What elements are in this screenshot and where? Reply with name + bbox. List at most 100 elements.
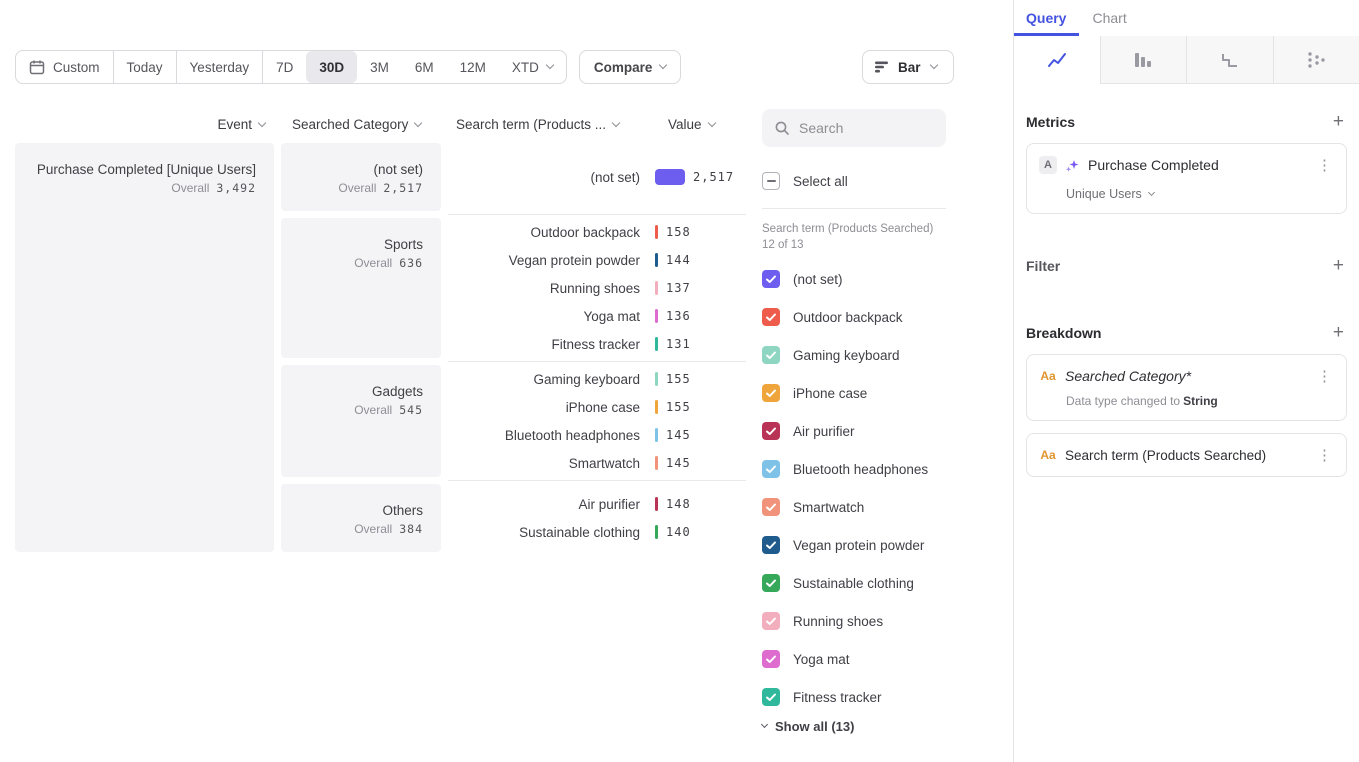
checkbox-checked[interactable] (762, 308, 780, 326)
filter-section-header: Filter + (1026, 256, 1347, 275)
table-row[interactable]: Air purifier 148 (448, 490, 748, 518)
column-header-value[interactable]: Value (668, 117, 715, 132)
range-6m-button[interactable]: 6M (402, 51, 447, 83)
tab-chart[interactable]: Chart (1092, 10, 1126, 26)
table-row[interactable]: Bluetooth headphones 145 (448, 421, 748, 449)
tab-query[interactable]: Query (1026, 10, 1066, 26)
funnel-bars-icon (1134, 51, 1152, 69)
table-row[interactable]: iPhone case 155 (448, 393, 748, 421)
checkbox-checked[interactable] (762, 346, 780, 364)
overall-value: 384 (399, 522, 423, 536)
breakdown-menu-button[interactable]: ⋮ (1315, 367, 1334, 385)
metric-type-dropdown[interactable]: Unique Users (1066, 187, 1334, 201)
yesterday-button[interactable]: Yesterday (177, 51, 264, 83)
breakdown-menu-button[interactable]: ⋮ (1315, 446, 1334, 464)
checkbox-checked[interactable] (762, 460, 780, 478)
custom-date-button[interactable]: Custom (16, 51, 114, 83)
filter-item[interactable]: Smartwatch (762, 488, 946, 526)
select-all-row[interactable]: Select all (762, 169, 946, 193)
tab-insights[interactable] (1014, 36, 1100, 84)
value-bar[interactable] (655, 428, 658, 442)
checkbox-checked[interactable] (762, 536, 780, 554)
overall-value: 2,517 (383, 181, 423, 195)
event-header-label: Event (217, 117, 252, 132)
add-breakdown-button[interactable]: + (1330, 323, 1347, 342)
filter-item[interactable]: Fitness tracker (762, 678, 946, 716)
category-panel[interactable]: (not set) Overall2,517 (281, 143, 441, 211)
column-header-category[interactable]: Searched Category (292, 117, 421, 132)
column-header-term[interactable]: Search term (Products ... (456, 117, 619, 132)
category-panel[interactable]: Sports Overall636 (281, 218, 441, 358)
value-bar[interactable] (655, 525, 658, 539)
tab-flows[interactable] (1273, 36, 1359, 84)
filter-item[interactable]: Outdoor backpack (762, 298, 946, 336)
add-metric-button[interactable]: + (1330, 112, 1347, 131)
table-row[interactable]: Fitness tracker 131 (448, 330, 748, 358)
value-bar[interactable] (655, 281, 658, 295)
value-bar[interactable] (655, 497, 658, 511)
today-button[interactable]: Today (114, 51, 177, 83)
table-row[interactable]: Smartwatch 145 (448, 449, 748, 477)
checkbox-checked[interactable] (762, 612, 780, 630)
value-bar[interactable] (655, 169, 685, 185)
checkbox-checked[interactable] (762, 384, 780, 402)
check-icon (765, 653, 777, 665)
value-bar[interactable] (655, 456, 658, 470)
filter-item[interactable]: iPhone case (762, 374, 946, 412)
table-row[interactable]: Yoga mat 136 (448, 302, 748, 330)
range-7d-button[interactable]: 7D (263, 51, 306, 83)
bar-chart-icon (874, 60, 890, 74)
event-panel[interactable]: Purchase Completed [Unique Users] Overal… (15, 143, 274, 552)
filter-item[interactable]: Bluetooth headphones (762, 450, 946, 488)
breakdown-card-category[interactable]: Aa Searched Category* ⋮ Data type change… (1026, 354, 1347, 421)
filter-item[interactable]: Sustainable clothing (762, 564, 946, 602)
filter-item-label: (not set) (793, 272, 843, 287)
term-header-label: Search term (Products ... (456, 117, 606, 132)
range-xtd-button[interactable]: XTD (499, 51, 566, 83)
show-all-button[interactable]: Show all (13) (762, 719, 946, 734)
breakdown-card-term[interactable]: Aa Search term (Products Searched) ⋮ (1026, 433, 1347, 477)
table-row[interactable]: Sustainable clothing 140 (448, 518, 748, 546)
checkbox-checked[interactable] (762, 650, 780, 668)
value-bar[interactable] (655, 253, 658, 267)
table-row[interactable]: Vegan protein powder 144 (448, 246, 748, 274)
checkbox-checked[interactable] (762, 422, 780, 440)
value-bar[interactable] (655, 225, 658, 239)
category-panel[interactable]: Gadgets Overall545 (281, 365, 441, 477)
value-bar[interactable] (655, 400, 658, 414)
value-bar[interactable] (655, 372, 658, 386)
tab-retention[interactable] (1186, 36, 1273, 84)
checkbox-checked[interactable] (762, 270, 780, 288)
metric-menu-button[interactable]: ⋮ (1315, 156, 1334, 174)
table-row[interactable]: Gaming keyboard 155 (448, 365, 748, 393)
search-box[interactable] (762, 109, 946, 147)
range-3m-button[interactable]: 3M (357, 51, 402, 83)
tab-funnels[interactable] (1100, 36, 1187, 84)
filter-item[interactable]: Running shoes (762, 602, 946, 640)
table-row[interactable]: Outdoor backpack 158 (448, 218, 748, 246)
metric-card[interactable]: A Purchase Completed ⋮ Unique Users (1026, 143, 1347, 214)
column-header-event[interactable]: Event (15, 117, 265, 132)
checkbox-checked[interactable] (762, 574, 780, 592)
check-icon (765, 577, 777, 589)
filter-item[interactable]: Gaming keyboard (762, 336, 946, 374)
filter-item[interactable]: Vegan protein powder (762, 526, 946, 564)
category-panel[interactable]: Others Overall384 (281, 484, 441, 552)
value-bar[interactable] (655, 337, 658, 351)
compare-button[interactable]: Compare (579, 50, 682, 84)
table-row[interactable]: Running shoes 137 (448, 274, 748, 302)
checkbox-checked[interactable] (762, 498, 780, 516)
table-row[interactable]: (not set) 2,517 (448, 163, 748, 191)
select-all-checkbox[interactable] (762, 172, 780, 190)
range-30d-button[interactable]: 30D (306, 51, 357, 83)
breakdown-title: Searched Category* (1065, 368, 1307, 384)
filter-item[interactable]: Yoga mat (762, 640, 946, 678)
search-input[interactable] (799, 120, 919, 136)
range-12m-button[interactable]: 12M (447, 51, 499, 83)
filter-item[interactable]: Air purifier (762, 412, 946, 450)
checkbox-checked[interactable] (762, 688, 780, 706)
add-filter-button[interactable]: + (1330, 256, 1347, 275)
chart-type-dropdown[interactable]: Bar (862, 50, 954, 84)
filter-item[interactable]: (not set) (762, 260, 946, 298)
value-bar[interactable] (655, 309, 658, 323)
